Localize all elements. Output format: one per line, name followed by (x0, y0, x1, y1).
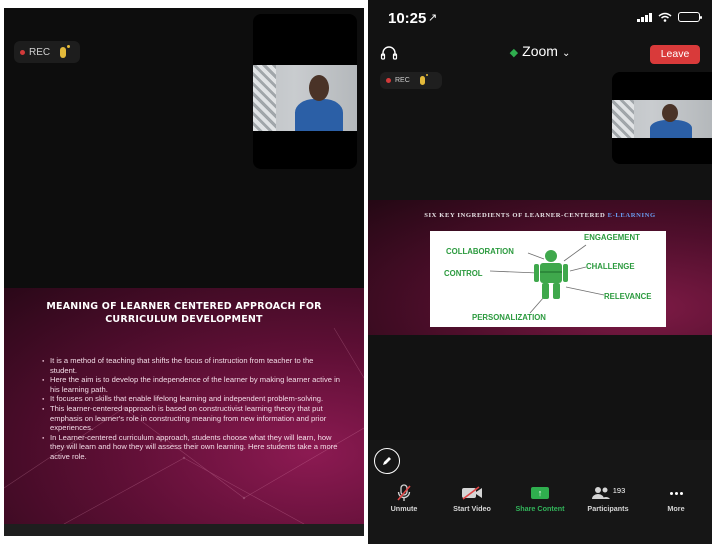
status-icons (637, 12, 702, 22)
status-time: 10:25 (388, 10, 427, 27)
muted-mic-icon (396, 484, 412, 502)
keyword-relevance: RELEVANCE (604, 292, 652, 301)
participant-video (253, 65, 357, 131)
slide-bullet: It focuses on skills that enable lifelon… (42, 394, 342, 404)
background-curtain (253, 65, 276, 131)
participants-label: Participants (587, 504, 629, 513)
meeting-title-label: Zoom (522, 43, 558, 59)
keyword-control: CONTROL (444, 269, 483, 278)
diagram-graphic (489, 244, 605, 314)
slide-title-accent: E-LEARNING (607, 212, 656, 219)
share-icon: ↑ (531, 484, 549, 502)
recording-indicator[interactable]: REC (14, 41, 80, 63)
start-video-button[interactable]: Start Video (442, 484, 502, 544)
annotate-button[interactable] (374, 448, 400, 474)
unmute-button[interactable]: Unmute (374, 484, 434, 544)
participant-head (662, 104, 678, 122)
share-content-label: Share Content (515, 504, 565, 513)
participants-icon-wrap: 193 (591, 484, 626, 502)
mic-icon (419, 74, 428, 85)
slide-title-main: SIX KEY INGREDIENTS OF LEARNER-CENTERED (424, 212, 608, 219)
slide-title: MEANING OF LEARNER CENTERED APPROACH FOR… (46, 301, 322, 325)
recording-indicator[interactable]: REC (380, 72, 442, 89)
participants-icon (591, 487, 610, 499)
share-content-button[interactable]: ↑ Share Content (510, 484, 570, 544)
participant-body (650, 120, 692, 138)
keyword-collaboration: COLLABORATION (446, 247, 514, 256)
mobile-meeting-view: 10:25 ↗ ◆Zoom⌄ Leave REC SIX KEY INGRE (368, 0, 712, 544)
meeting-toolbar: Unmute Start Video ↑ Share Content 193 P… (368, 484, 712, 544)
signal-icon (637, 12, 652, 22)
participant-video-tile[interactable] (253, 14, 357, 169)
slide-bullet: In Learner-centered curriculum approach,… (42, 433, 342, 462)
background-curtain (612, 100, 634, 138)
battery-icon (678, 12, 702, 22)
shared-slide: MEANING OF LEARNER CENTERED APPROACH FOR… (4, 288, 364, 524)
location-arrow-icon: ↗ (428, 12, 438, 24)
recording-dot-icon (20, 49, 25, 55)
slide-bullet: Here the aim is to develop the independe… (42, 375, 342, 394)
start-video-label: Start Video (453, 504, 491, 513)
ingredients-diagram: ENGAGEMENT COLLABORATION CHALLENGE CONTR… (430, 231, 666, 327)
participant-video-tile[interactable] (612, 72, 712, 164)
video-off-icon (461, 484, 483, 502)
wifi-icon (658, 12, 672, 22)
slide-bullet: This learner-centered approach is based … (42, 404, 342, 433)
participant-body (295, 99, 343, 131)
unmute-label: Unmute (390, 504, 418, 513)
pen-icon (383, 457, 391, 465)
bottom-strip (4, 524, 364, 536)
keyword-personalization: PERSONALIZATION (472, 313, 546, 322)
mic-icon (60, 44, 71, 58)
shield-icon: ◆ (509, 47, 519, 59)
keyword-challenge: CHALLENGE (586, 262, 635, 271)
chevron-down-icon: ⌄ (561, 48, 571, 59)
participant-head (309, 75, 329, 101)
slide-bullet-list: It is a method of teaching that shifts t… (42, 356, 342, 462)
rec-label: REC (395, 77, 410, 84)
participant-video (612, 100, 712, 138)
slide-title: SIX KEY INGREDIENTS OF LEARNER-CENTERED … (368, 212, 712, 219)
shared-slide: SIX KEY INGREDIENTS OF LEARNER-CENTERED … (368, 200, 712, 335)
rec-label: REC (29, 46, 51, 58)
participants-count: 193 (612, 485, 626, 495)
recording-dot-icon (386, 78, 391, 83)
more-label: More (667, 504, 685, 513)
keyword-engagement: ENGAGEMENT (584, 233, 640, 242)
more-icon (669, 484, 683, 502)
participants-button[interactable]: 193 Participants (578, 484, 638, 544)
slide-bullet: It is a method of teaching that shifts t… (42, 356, 342, 375)
leave-button[interactable]: Leave (650, 45, 700, 64)
desktop-meeting-view: REC MEANING OF LEARNER CENTERED APPROACH… (4, 8, 364, 536)
more-button[interactable]: More (646, 484, 706, 544)
